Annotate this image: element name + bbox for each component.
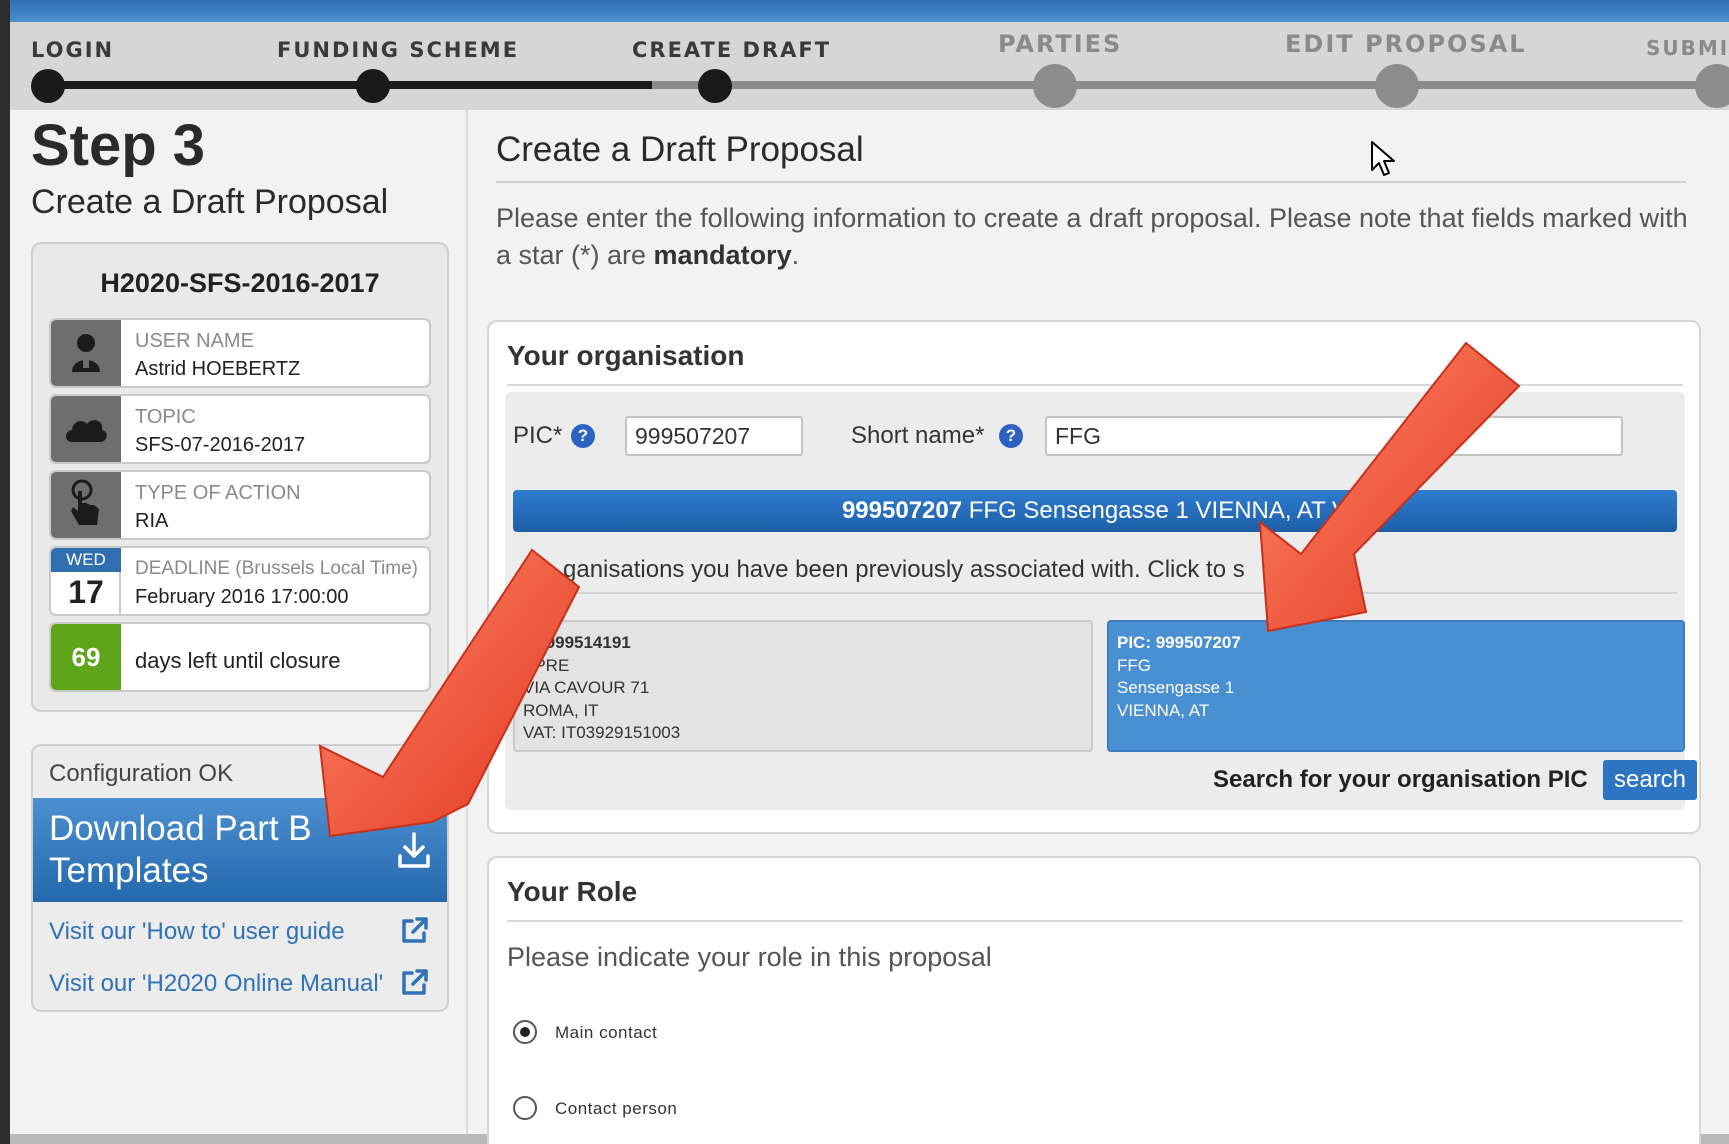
org-street: Sensengasse 1 xyxy=(1117,678,1235,697)
step-login-dot xyxy=(31,69,65,103)
type-of-action-value: RIA xyxy=(135,510,169,532)
search-pic-label: Search for your organisation PIC xyxy=(1213,766,1588,793)
step-submit-label: SUBMIT xyxy=(1646,36,1729,60)
user-name-row: USER NAME Astrid HOEBERTZ xyxy=(49,318,431,388)
external-link-icon[interactable] xyxy=(399,968,429,998)
step-funding-scheme-dot xyxy=(356,69,390,103)
organisation-form: PIC* ? Short name* ? 999507207 FFG Sense… xyxy=(505,392,1697,810)
help-icon[interactable]: ? xyxy=(571,424,595,448)
title-divider xyxy=(496,181,1686,183)
intro-mandatory: mandatory xyxy=(653,240,792,270)
progress-stepper: LOGIN FUNDING SCHEME CREATE DRAFT PARTIE… xyxy=(10,22,1729,110)
topic-row: TOPIC SFS-07-2016-2017 xyxy=(49,394,431,464)
days-left-count: 69 xyxy=(51,624,121,690)
step-funding-scheme-label: FUNDING SCHEME xyxy=(277,38,520,62)
intro-paragraph: Please enter the following information t… xyxy=(496,200,1696,274)
role-prompt: Please indicate your role in this propos… xyxy=(507,942,992,972)
how-to-guide-link[interactable]: Visit our 'How to' user guide xyxy=(49,918,345,946)
days-left-text: days left until closure xyxy=(135,648,341,673)
search-button[interactable]: search xyxy=(1603,760,1697,800)
user-icon xyxy=(51,320,121,386)
role-section: Your Role Please indicate your role in t… xyxy=(487,856,1701,1144)
screenshot-frame: LOGIN FUNDING SCHEME CREATE DRAFT PARTIE… xyxy=(0,0,1729,1144)
contact-person-label[interactable]: Contact person xyxy=(555,1099,677,1119)
stepper-line-done xyxy=(32,81,652,89)
short-name-label: Short name* xyxy=(851,422,985,449)
download-icon xyxy=(398,832,430,868)
org-city: VIENNA, AT xyxy=(1117,700,1210,720)
step-edit-proposal-label: EDIT PROPOSAL xyxy=(1285,30,1527,58)
org-street: VIA CAVOUR 71 xyxy=(523,678,650,697)
role-section-title: Your Role xyxy=(507,876,638,907)
user-name-value: Astrid HOEBERTZ xyxy=(135,358,301,380)
call-identifier: H2020-SFS-2016-2017 xyxy=(100,268,380,298)
help-icon[interactable]: ? xyxy=(999,424,1023,448)
org-pic: PIC: 999507207 xyxy=(1117,633,1241,652)
org-city: ROMA, IT xyxy=(523,700,599,720)
calendar-icon: WED 17 xyxy=(51,548,121,614)
org-name: APRE xyxy=(523,655,570,675)
step-number: Step 3 xyxy=(31,113,206,178)
panel-divider xyxy=(466,110,468,1134)
cloud-icon xyxy=(51,396,121,462)
main-contact-radio[interactable] xyxy=(513,1020,537,1044)
step-title: Create a Draft Proposal xyxy=(31,183,389,221)
stepper-line-todo xyxy=(652,81,1729,89)
step-parties-dot xyxy=(1033,64,1077,108)
external-link-icon[interactable] xyxy=(399,916,429,946)
type-of-action-label: TYPE OF ACTION xyxy=(135,482,301,504)
section-divider xyxy=(507,920,1683,922)
configuration-card: Configuration OK Download Part B Templat… xyxy=(31,744,449,1012)
download-part-b-templates-button[interactable]: Download Part B Templates xyxy=(33,798,447,902)
deadline-day: 17 xyxy=(68,574,104,610)
days-left-row: 69 days left until closure xyxy=(49,622,431,692)
intro-end: . xyxy=(791,240,800,270)
call-info-card: H2020-SFS-2016-2017 USER NAME Astrid HOE… xyxy=(31,242,449,712)
step-login-label: LOGIN xyxy=(31,38,115,62)
configuration-status: Configuration OK xyxy=(49,760,234,787)
org-pic: C: 999514191 xyxy=(523,633,631,652)
associations-divider xyxy=(513,592,1677,594)
deadline-row: WED 17 DEADLINE (Brussels Local Time) Fe… xyxy=(49,546,431,616)
previous-associations-text: ganisations you have been previously ass… xyxy=(563,556,1245,583)
org-vat: VAT: IT03929151003 xyxy=(523,723,681,742)
online-manual-link[interactable]: Visit our 'H2020 Online Manual' xyxy=(49,970,383,998)
selected-organisation-bar[interactable]: 999507207 FFG Sensengasse 1 VIENNA, AT V xyxy=(513,490,1677,532)
step-parties-label: PARTIES xyxy=(998,30,1123,58)
user-name-label: USER NAME xyxy=(135,330,254,352)
download-button-label: Download Part B Templates xyxy=(49,809,312,890)
pointer-icon xyxy=(51,472,121,538)
pic-input[interactable] xyxy=(625,416,803,456)
pic-label: PIC* xyxy=(513,422,563,449)
step-create-draft-dot xyxy=(698,69,732,103)
topic-value: SFS-07-2016-2017 xyxy=(135,434,306,456)
step-submit-dot xyxy=(1695,64,1729,108)
step-create-draft-label: CREATE DRAFT xyxy=(632,38,832,62)
topic-label: TOPIC xyxy=(135,406,196,428)
organisation-card[interactable]: C: 999514191 APRE VIA CAVOUR 71 ROMA, IT… xyxy=(513,620,1093,752)
section-divider xyxy=(507,384,1683,386)
header-strip xyxy=(10,0,1729,22)
org-name: FFG xyxy=(1117,655,1151,675)
organisation-section: Your organisation PIC* ? Short name* ? 9… xyxy=(487,320,1701,834)
short-name-input[interactable] xyxy=(1045,416,1623,456)
mouse-cursor-icon xyxy=(1371,141,1395,176)
selected-organisation-pic: 999507207 xyxy=(841,497,963,524)
window-border xyxy=(0,0,10,1144)
deadline-value: February 2016 17:00:00 xyxy=(135,586,349,608)
organisation-card-selected[interactable]: PIC: 999507207 FFG Sensengasse 1 VIENNA,… xyxy=(1107,620,1685,752)
deadline-label: DEADLINE (Brussels Local Time) xyxy=(135,558,418,579)
main-contact-label[interactable]: Main contact xyxy=(555,1023,657,1043)
page-title: Create a Draft Proposal xyxy=(496,130,864,169)
organisation-section-title: Your organisation xyxy=(507,340,745,371)
step-edit-proposal-dot xyxy=(1375,64,1419,108)
type-of-action-row: TYPE OF ACTION RIA xyxy=(49,470,431,540)
selected-organisation-details: FFG Sensengasse 1 VIENNA, AT V xyxy=(962,497,1349,524)
deadline-weekday: WED xyxy=(51,548,121,572)
contact-person-radio[interactable] xyxy=(513,1096,537,1120)
